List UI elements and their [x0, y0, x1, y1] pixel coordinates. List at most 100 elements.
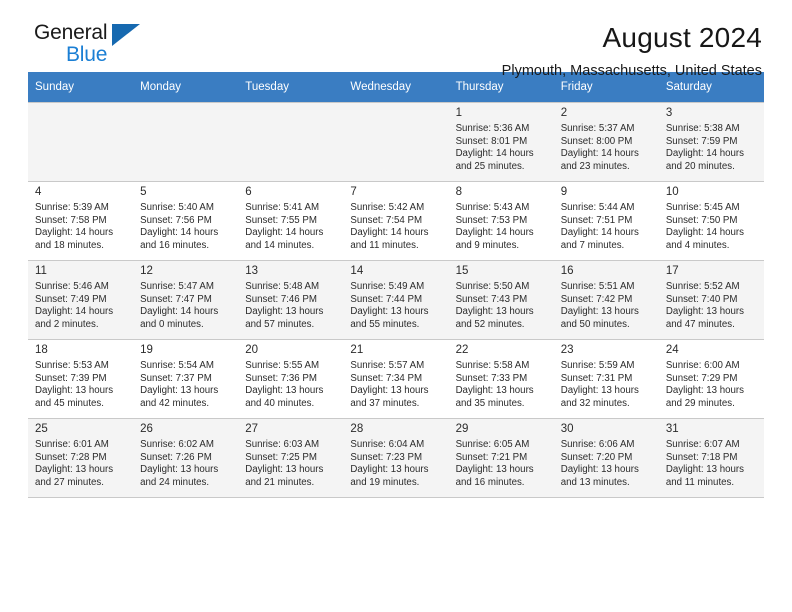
day-cell-inner: 9 Sunrise: 5:44 AM Sunset: 7:51 PM Daylight…	[554, 182, 659, 260]
page-subtitle: Plymouth, Massachusetts, United States	[501, 63, 762, 79]
calendar-day-cell[interactable]: 17 Sunrise: 5:52 AM Sunset: 7:40 PM Dayligh…	[658, 260, 764, 340]
daylight-text-line2: and 11 minutes.	[665, 476, 735, 488]
weekday-header-tuesday: Tuesday	[238, 72, 344, 103]
calendar-day-cell[interactable]: 28 Sunrise: 6:04 AM Sunset: 7:23 PM Dayligh…	[343, 418, 449, 497]
day-cell-inner: 20 Sunrise: 5:55 AM Sunset: 7:36 PM Dayligh…	[238, 340, 343, 418]
calendar-page: General Blue August 2024 Plymouth, Massa…	[0, 0, 792, 612]
calendar-day-cell[interactable]: 26 Sunrise: 6:02 AM Sunset: 7:26 PM Dayligh…	[133, 418, 239, 497]
daylight-text-line2: and 9 minutes.	[455, 239, 520, 251]
sunrise-text: Sunrise: 5:46 AM	[35, 281, 109, 292]
calendar-day-cell[interactable]: 6 Sunrise: 5:41 AM Sunset: 7:55 PM Daylight…	[238, 181, 344, 261]
calendar-day-cell[interactable]: 22 Sunrise: 5:58 AM Sunset: 7:33 PM Dayligh…	[448, 339, 554, 419]
day-number: 4	[35, 186, 42, 198]
daylight-text-line1: Daylight: 13 hours	[560, 385, 639, 397]
daylight-text-line1: Daylight: 13 hours	[245, 385, 324, 397]
day-cell-inner: 3 Sunrise: 5:38 AM Sunset: 7:59 PM Daylight…	[658, 103, 764, 181]
sunset-text: Sunset: 8:01 PM	[455, 135, 528, 147]
calendar-week-row: 18 Sunrise: 5:53 AM Sunset: 7:39 PM Dayligh…	[28, 339, 764, 419]
calendar-day-cell[interactable]: 10 Sunrise: 5:45 AM Sunset: 7:50 PM Dayligh…	[658, 181, 764, 261]
day-details: Sunrise: 5:48 AM Sunset: 7:46 PM Daylight:…	[245, 280, 337, 331]
daylight-text-line2: and 0 minutes.	[140, 318, 204, 330]
calendar-day-cell[interactable]: 16 Sunrise: 5:51 AM Sunset: 7:42 PM Dayligh…	[553, 260, 659, 340]
calendar-day-cell[interactable]: 8 Sunrise: 5:43 AM Sunset: 7:53 PM Daylight…	[448, 181, 554, 261]
calendar-day-cell[interactable]: 1 Sunrise: 5:36 AM Sunset: 8:01 PM Daylight…	[448, 102, 554, 182]
page-header: General Blue August 2024 Plymouth, Massa…	[28, 0, 764, 80]
sunrise-text: Sunrise: 5:48 AM	[245, 281, 320, 292]
calendar-day-cell[interactable]: 25 Sunrise: 6:01 AM Sunset: 7:28 PM Dayligh…	[28, 418, 134, 497]
calendar-day-cell[interactable]: 9 Sunrise: 5:44 AM Sunset: 7:51 PM Daylight…	[553, 181, 659, 261]
weekday-header-monday: Monday	[133, 72, 239, 103]
day-number: 17	[665, 265, 679, 277]
daylight-text-line1: Daylight: 13 hours	[350, 385, 429, 397]
calendar-day-cell[interactable]: 18 Sunrise: 5:53 AM Sunset: 7:39 PM Dayligh…	[28, 339, 134, 419]
day-number: 28	[350, 423, 364, 435]
calendar-day-cell[interactable]: 13 Sunrise: 5:48 AM Sunset: 7:46 PM Dayligh…	[238, 260, 344, 340]
page-title: August 2024	[602, 22, 762, 53]
day-cell-inner: 4 Sunrise: 5:39 AM Sunset: 7:58 PM Daylight…	[28, 182, 133, 260]
daylight-text-line2: and 45 minutes.	[35, 397, 104, 409]
calendar-day-cell[interactable]: 30 Sunrise: 6:06 AM Sunset: 7:20 PM Dayligh…	[553, 418, 659, 497]
calendar-day-cell[interactable]: 23 Sunrise: 5:59 AM Sunset: 7:31 PM Dayligh…	[553, 339, 659, 419]
day-number: 16	[560, 265, 574, 277]
day-cell-inner: 31 Sunrise: 6:07 AM Sunset: 7:18 PM Dayligh…	[658, 419, 764, 497]
calendar-day-cell[interactable]: 12 Sunrise: 5:47 AM Sunset: 7:47 PM Dayligh…	[133, 260, 239, 340]
day-number: 7	[350, 186, 357, 198]
day-details: Sunrise: 6:03 AM Sunset: 7:25 PM Daylight:…	[245, 438, 337, 489]
calendar-day-cell[interactable]: 21 Sunrise: 5:57 AM Sunset: 7:34 PM Dayligh…	[343, 339, 449, 419]
day-details: Sunrise: 5:55 AM Sunset: 7:36 PM Daylight:…	[245, 359, 337, 410]
day-number: 23	[560, 344, 574, 356]
sunrise-text: Sunrise: 5:39 AM	[35, 202, 109, 213]
day-details: Sunrise: 6:06 AM Sunset: 7:20 PM Daylight:…	[561, 438, 653, 489]
day-cell-inner: 2 Sunrise: 5:37 AM Sunset: 8:00 PM Daylight…	[553, 103, 659, 181]
calendar-day-cell[interactable]: 24 Sunrise: 6:00 AM Sunset: 7:29 PM Dayligh…	[658, 339, 764, 419]
calendar-day-cell[interactable]: 27 Sunrise: 6:03 AM Sunset: 7:25 PM Dayligh…	[238, 418, 344, 497]
day-details: Sunrise: 5:36 AM Sunset: 8:01 PM Daylight:…	[456, 122, 548, 173]
daylight-text-line1: Daylight: 13 hours	[560, 306, 639, 318]
calendar-day-cell[interactable]: 29 Sunrise: 6:05 AM Sunset: 7:21 PM Dayligh…	[448, 418, 554, 497]
calendar-day-cell[interactable]: 15 Sunrise: 5:50 AM Sunset: 7:43 PM Dayligh…	[448, 260, 554, 340]
day-details: Sunrise: 5:59 AM Sunset: 7:31 PM Daylight:…	[561, 359, 653, 410]
daylight-text-line1: Daylight: 13 hours	[140, 385, 219, 397]
calendar-day-cell[interactable]: 20 Sunrise: 5:55 AM Sunset: 7:36 PM Dayligh…	[238, 339, 344, 419]
calendar-week-row: 25 Sunrise: 6:01 AM Sunset: 7:28 PM Dayligh…	[28, 418, 764, 497]
day-number: 24	[665, 344, 679, 356]
day-cell-inner: 12 Sunrise: 5:47 AM Sunset: 7:47 PM Dayligh…	[133, 261, 239, 339]
calendar-day-cell[interactable]: 31 Sunrise: 6:07 AM Sunset: 7:18 PM Dayligh…	[658, 418, 764, 497]
sunrise-text: Sunrise: 5:51 AM	[560, 281, 635, 292]
calendar-day-cell[interactable]: 4 Sunrise: 5:39 AM Sunset: 7:58 PM Daylight…	[28, 181, 134, 261]
sunrise-text: Sunrise: 5:45 AM	[665, 202, 740, 213]
daylight-text-line2: and 16 minutes.	[455, 476, 525, 488]
sunrise-text: Sunrise: 5:57 AM	[350, 360, 425, 371]
calendar-day-cell[interactable]: 19 Sunrise: 5:54 AM Sunset: 7:37 PM Dayligh…	[133, 339, 239, 419]
calendar-day-cell[interactable]: 2 Sunrise: 5:37 AM Sunset: 8:00 PM Daylight…	[553, 102, 659, 182]
calendar-day-cell[interactable]: 11 Sunrise: 5:46 AM Sunset: 7:49 PM Dayligh…	[28, 260, 134, 340]
calendar-day-cell[interactable]: 5 Sunrise: 5:40 AM Sunset: 7:56 PM Daylight…	[133, 181, 239, 261]
daylight-text-line2: and 16 minutes.	[140, 239, 210, 251]
day-cell-inner: 7 Sunrise: 5:42 AM Sunset: 7:54 PM Daylight…	[343, 182, 448, 260]
daylight-text-line1: Daylight: 14 hours	[455, 227, 534, 239]
day-number: 13	[245, 265, 259, 277]
daylight-text-line1: Daylight: 14 hours	[455, 148, 534, 160]
general-blue-logo[interactable]: General Blue	[28, 22, 148, 74]
sunrise-text: Sunrise: 6:02 AM	[140, 439, 214, 450]
sunrise-text: Sunrise: 5:47 AM	[140, 281, 214, 292]
day-cell-inner: 16 Sunrise: 5:51 AM Sunset: 7:42 PM Dayligh…	[553, 261, 659, 339]
day-details: Sunrise: 5:43 AM Sunset: 7:53 PM Daylight:…	[456, 201, 548, 252]
day-cell-inner: 10 Sunrise: 5:45 AM Sunset: 7:50 PM Dayligh…	[659, 182, 764, 260]
day-number: 30	[560, 423, 574, 435]
daylight-text-line2: and 47 minutes.	[665, 318, 735, 330]
daylight-text-line2: and 24 minutes.	[140, 476, 210, 488]
day-number: 8	[455, 186, 462, 198]
calendar-day-cell[interactable]: 7 Sunrise: 5:42 AM Sunset: 7:54 PM Daylight…	[343, 181, 449, 261]
calendar-day-cell[interactable]: 14 Sunrise: 5:49 AM Sunset: 7:44 PM Dayligh…	[343, 260, 449, 340]
sunrise-text: Sunrise: 6:03 AM	[245, 439, 320, 450]
daylight-text-line1: Daylight: 13 hours	[455, 306, 534, 318]
sunset-text: Sunset: 7:44 PM	[350, 293, 423, 305]
day-number: 27	[245, 423, 259, 435]
daylight-text-line1: Daylight: 14 hours	[140, 227, 219, 239]
sunrise-text: Sunrise: 6:00 AM	[665, 360, 740, 371]
day-cell-inner	[28, 103, 134, 181]
sunrise-text: Sunrise: 5:37 AM	[560, 123, 635, 134]
calendar-day-cell[interactable]: 3 Sunrise: 5:38 AM Sunset: 7:59 PM Daylight…	[658, 102, 764, 182]
daylight-text-line1: Daylight: 13 hours	[455, 464, 534, 476]
